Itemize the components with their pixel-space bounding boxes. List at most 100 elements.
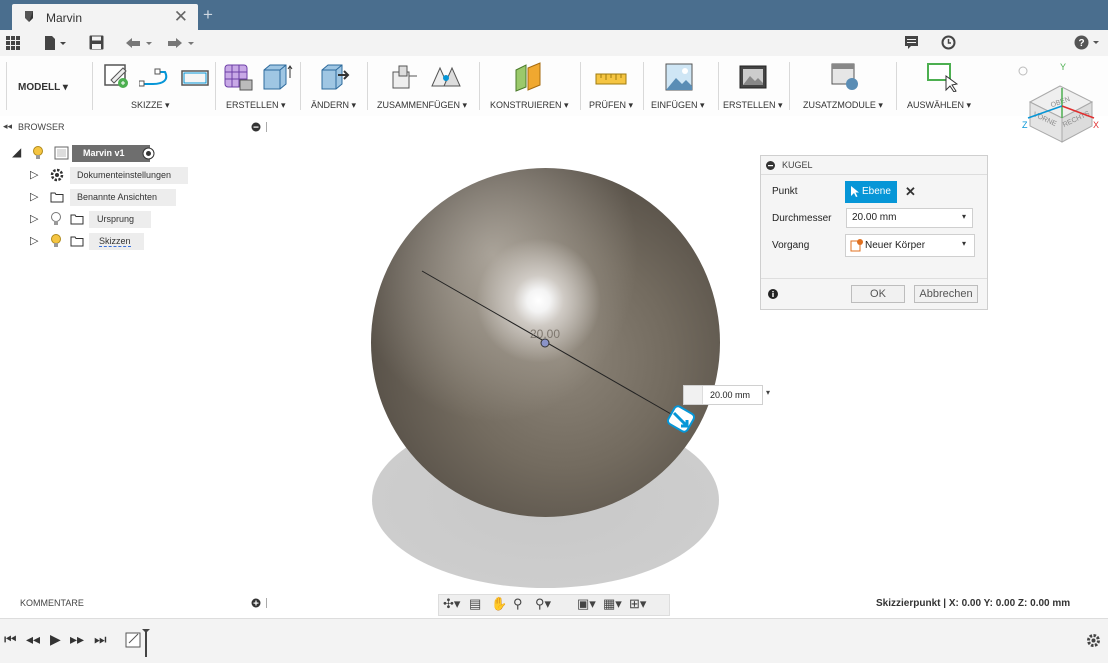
- punkt-label: Punkt: [772, 186, 798, 197]
- extrude-icon[interactable]: [260, 62, 294, 92]
- look-at-icon[interactable]: ▤: [469, 596, 481, 612]
- display-settings-icon[interactable]: ▣▾: [577, 596, 596, 612]
- activate-radio-icon[interactable]: [142, 147, 155, 160]
- dimension-dropdown-icon[interactable]: ▾: [766, 388, 770, 397]
- svg-text:?: ?: [1078, 38, 1084, 49]
- tree-item[interactable]: ▷ Dokumenteinstellungen: [30, 167, 190, 184]
- help-icon[interactable]: ?: [1074, 35, 1100, 50]
- visibility-bulb-icon[interactable]: [32, 146, 44, 160]
- gear-icon: [50, 168, 64, 182]
- durchmesser-dropdown-icon[interactable]: ▾: [962, 212, 966, 221]
- vorgang-dropdown-icon[interactable]: ▾: [962, 239, 966, 248]
- status-readout: Skizzierpunkt | X: 0.00 Y: 0.00 Z: 0.00 …: [876, 598, 1071, 609]
- history-icon[interactable]: [941, 35, 956, 50]
- group-aendern[interactable]: ÄNDERN ▾: [311, 100, 356, 111]
- go-to-end-icon[interactable]: ⏭: [94, 631, 107, 648]
- select-icon[interactable]: [926, 62, 958, 92]
- ok-button[interactable]: OK: [851, 285, 905, 303]
- dialog-header[interactable]: KUGEL: [761, 156, 987, 175]
- group-zusammenfuegen[interactable]: ZUSAMMENFÜGEN ▾: [377, 100, 467, 111]
- group-einfuegen[interactable]: EINFÜGEN ▾: [651, 100, 705, 111]
- vorgang-select[interactable]: Neuer Körper ▾: [845, 234, 975, 257]
- expand-arrow-icon[interactable]: ▷: [30, 212, 38, 225]
- create-sketch-icon[interactable]: [103, 62, 131, 90]
- group-konstruieren[interactable]: KONSTRUIEREN ▾: [490, 100, 569, 111]
- file-icon[interactable]: [44, 36, 66, 50]
- expand-icon[interactable]: ◢: [12, 145, 21, 159]
- home-view-icon[interactable]: [1018, 66, 1028, 76]
- group-erstellen-2[interactable]: ERSTELLEN ▾: [723, 100, 783, 111]
- clear-selection-icon[interactable]: ✕: [905, 184, 916, 200]
- pan-icon[interactable]: ✋: [491, 596, 507, 612]
- notifications-icon[interactable]: [905, 36, 918, 49]
- view-cube[interactable]: OBEN VORNE RECHTS Y Z X: [1014, 58, 1106, 150]
- timeline-sketch-icon[interactable]: [124, 627, 152, 659]
- close-tab-icon[interactable]: ✕: [174, 7, 188, 27]
- grid-settings-icon[interactable]: ▦▾: [603, 596, 622, 612]
- redo-icon[interactable]: [166, 37, 196, 49]
- folder-icon: [70, 214, 84, 225]
- rectangle-icon[interactable]: [180, 68, 210, 88]
- tree-item[interactable]: ▷ Benannte Ansichten: [30, 189, 178, 206]
- folder-icon: [70, 236, 84, 247]
- navigation-bar: ✣▾ ▤ ✋ ⚲ ⚲▾ ▣▾ ▦▾ ⊞▾: [438, 594, 670, 616]
- render-icon[interactable]: [738, 62, 768, 92]
- expand-arrow-icon[interactable]: ▷: [30, 234, 38, 247]
- joint-icon[interactable]: [428, 62, 462, 92]
- tree-item[interactable]: ▷ Skizzen: [30, 233, 150, 250]
- workspace-selector[interactable]: MODELL ▾: [18, 82, 68, 93]
- document-icon: [25, 11, 33, 22]
- ebene-label: Ebene: [862, 186, 891, 197]
- viewcube-x-label: X: [1093, 120, 1099, 130]
- info-icon[interactable]: [768, 289, 778, 299]
- fit-icon[interactable]: ⚲▾: [535, 596, 551, 612]
- spline-icon[interactable]: [139, 66, 171, 88]
- grid-menu-icon[interactable]: [6, 36, 20, 50]
- new-tab-icon[interactable]: +: [203, 5, 213, 25]
- tree-item[interactable]: ▷ Ursprung: [30, 211, 160, 228]
- go-to-start-icon[interactable]: ⏮: [4, 631, 17, 648]
- group-zusatzmodule[interactable]: ZUSATZMODULE ▾: [803, 100, 883, 111]
- tree-item-label: Dokumenteinstellungen: [77, 170, 172, 180]
- measure-icon[interactable]: [595, 68, 627, 90]
- tree-root[interactable]: ◢ Marvin v1: [12, 145, 162, 162]
- vorgang-label: Vorgang: [772, 240, 810, 251]
- zoom-icon[interactable]: ⚲: [513, 596, 523, 612]
- play-icon[interactable]: ▶: [50, 631, 61, 648]
- save-icon[interactable]: [89, 35, 104, 50]
- orbit-icon[interactable]: ✣▾: [443, 596, 460, 612]
- group-erstellen[interactable]: ERSTELLEN ▾: [226, 100, 286, 111]
- visibility-bulb-icon[interactable]: [50, 234, 62, 248]
- dialog-title: KUGEL: [782, 160, 813, 170]
- browser-collapse-icon[interactable]: [251, 122, 269, 132]
- add-comment-icon[interactable]: [251, 598, 269, 608]
- press-pull-icon[interactable]: [318, 62, 350, 92]
- expand-arrow-icon[interactable]: ▷: [30, 168, 38, 181]
- offset-plane-icon[interactable]: [512, 62, 546, 92]
- new-component-icon[interactable]: [389, 62, 419, 92]
- dimension-input[interactable]: 20.00 mm: [683, 385, 763, 405]
- component-icon: [54, 146, 69, 160]
- collapse-browser-icon[interactable]: ◂◂: [3, 121, 12, 132]
- step-forward-icon[interactable]: ▸▸: [70, 631, 84, 648]
- drag-manipulator-icon[interactable]: [666, 405, 696, 433]
- collapse-icon[interactable]: [766, 161, 775, 170]
- scripts-addins-icon[interactable]: [830, 62, 860, 92]
- durchmesser-input[interactable]: 20.00 mm: [846, 208, 973, 228]
- undo-icon[interactable]: [124, 37, 154, 49]
- visibility-bulb-off-icon[interactable]: [50, 212, 62, 226]
- form-icon[interactable]: [222, 62, 254, 92]
- expand-arrow-icon[interactable]: ▷: [30, 190, 38, 203]
- cancel-button[interactable]: Abbrechen: [914, 285, 978, 303]
- tree-root-label: Marvin v1: [83, 148, 125, 158]
- timeline-settings-gear-icon[interactable]: [1086, 633, 1101, 648]
- group-pruefen[interactable]: PRÜFEN ▾: [589, 100, 633, 111]
- document-tab[interactable]: Marvin ✕: [12, 4, 198, 30]
- step-back-icon[interactable]: ◂◂: [26, 631, 40, 648]
- viewports-icon[interactable]: ⊞▾: [629, 596, 646, 612]
- ebene-select-button[interactable]: Ebene: [845, 181, 897, 203]
- insert-image-icon[interactable]: [664, 62, 694, 92]
- group-skizze[interactable]: SKIZZE ▾: [131, 100, 170, 111]
- tree-item-label: Benannte Ansichten: [77, 192, 158, 202]
- group-auswaehlen[interactable]: AUSWÄHLEN ▾: [907, 100, 971, 111]
